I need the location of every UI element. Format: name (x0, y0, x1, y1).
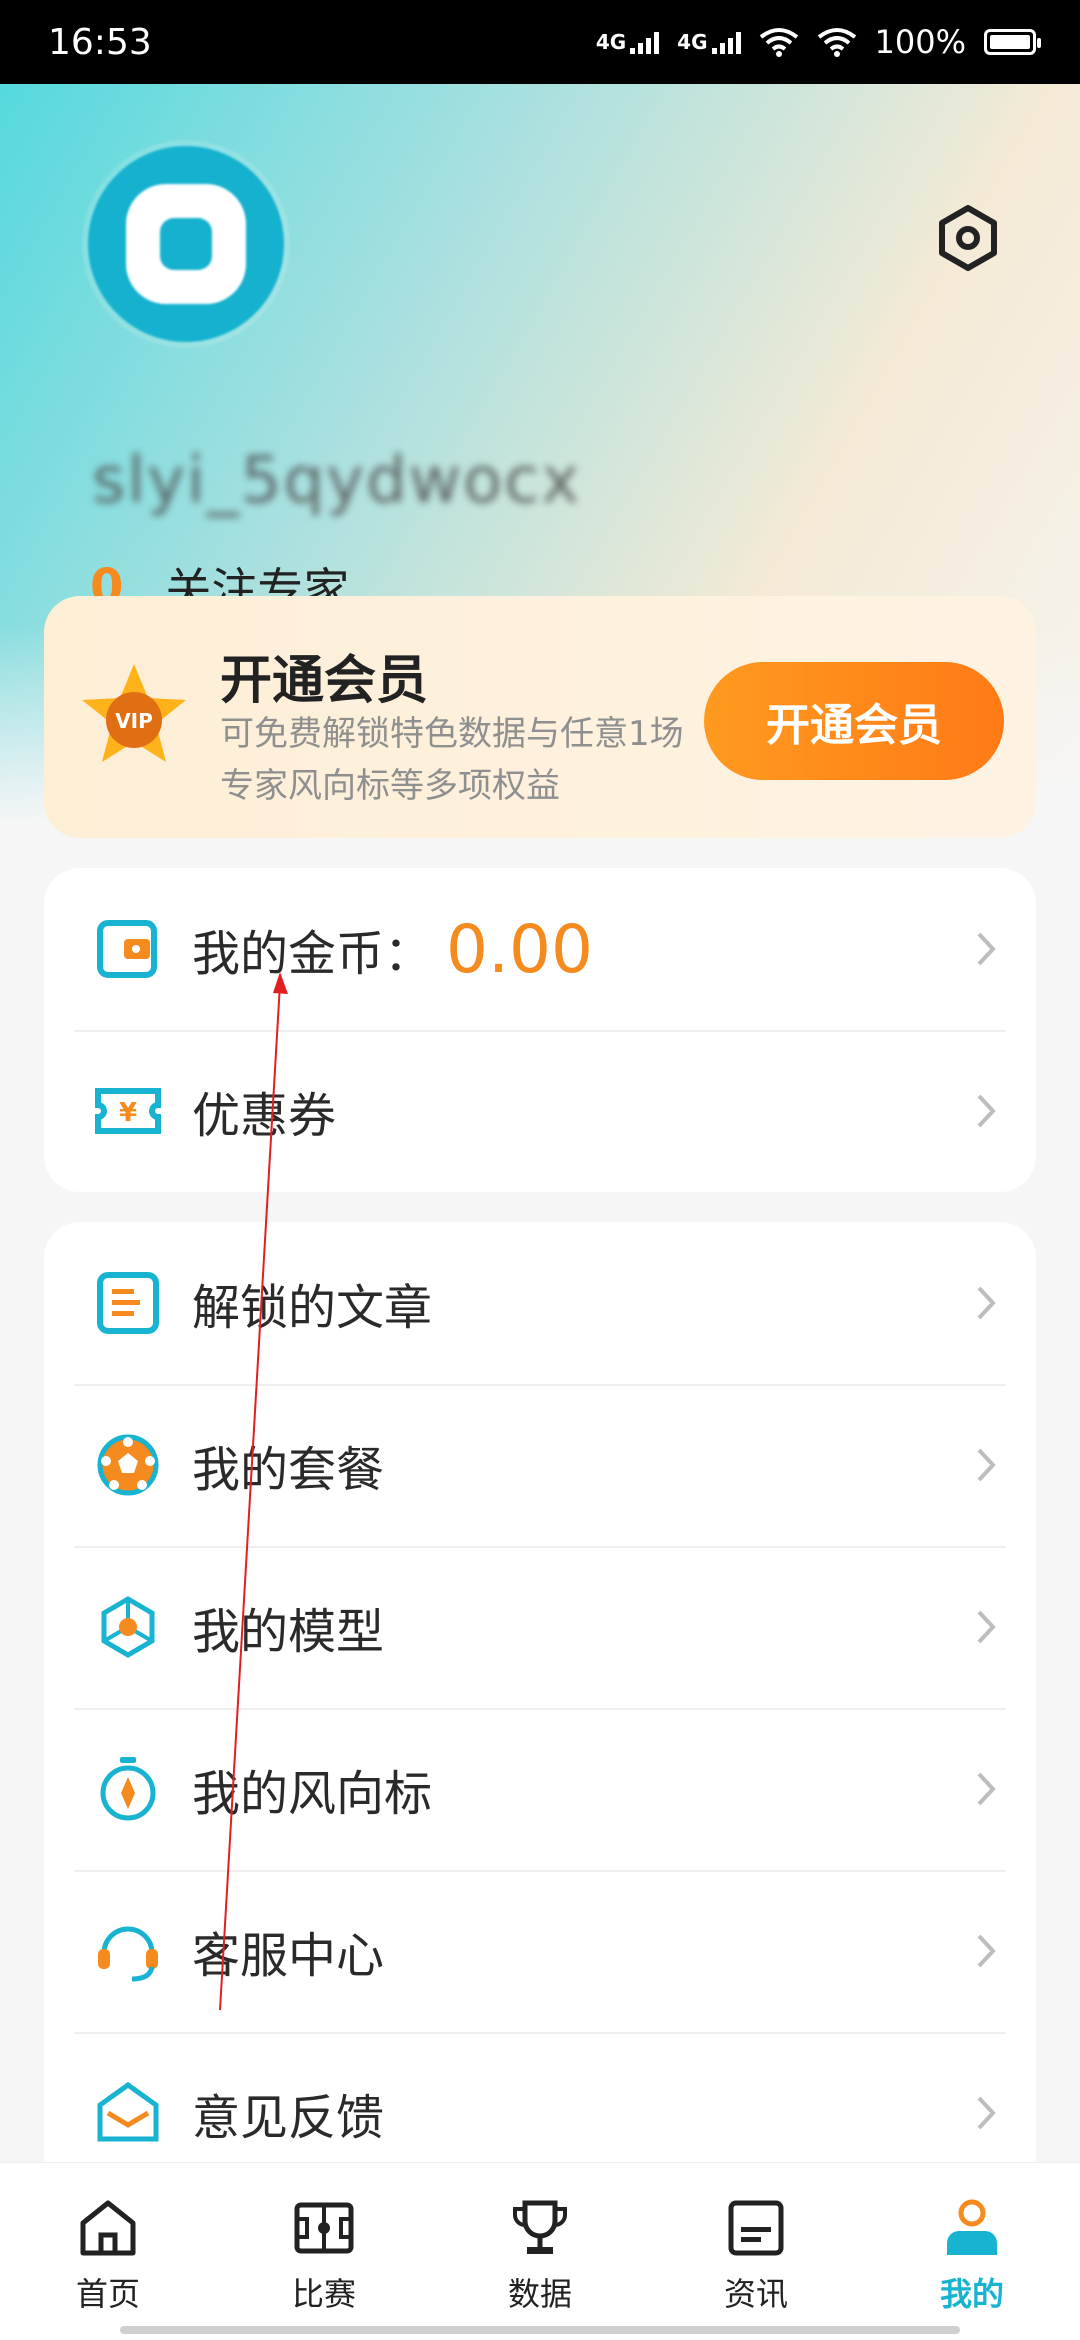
username: slyi_5qydwocx (92, 444, 582, 518)
chevron-right-icon (977, 2096, 996, 2130)
my-coins-row[interactable]: 我的金币： 0.00 (44, 868, 1036, 1030)
tab-news[interactable]: 资讯 (676, 2197, 836, 2315)
svg-text:¥: ¥ (119, 1098, 137, 1128)
chevron-right-icon (977, 1934, 996, 1968)
user-icon (947, 2199, 997, 2255)
pitch-icon (294, 2202, 354, 2254)
trophy-icon (513, 2200, 567, 2254)
status-time: 16:53 (48, 21, 152, 63)
tab-match-label: 比赛 (291, 2275, 356, 2313)
headset-icon (98, 1926, 158, 1982)
wifi-icon (817, 28, 856, 57)
vip-title: 开通会员 (220, 651, 429, 711)
annotation-arrow (219, 972, 288, 2011)
chevron-right-icon (977, 1610, 996, 1644)
compass-icon (100, 1757, 156, 1821)
tab-data-label: 数据 (507, 2275, 572, 2313)
chevron-right-icon (977, 1094, 996, 1128)
tab-news-label: 资讯 (723, 2275, 788, 2313)
tab-mine[interactable]: 我的 (892, 2197, 1052, 2315)
tab-data[interactable]: 数据 (460, 2197, 620, 2315)
avatar[interactable] (88, 146, 284, 342)
my-models-row[interactable]: 我的模型 (44, 1546, 1036, 1708)
tab-mine-label: 我的 (939, 2275, 1004, 2313)
coupon-icon: ¥ (95, 1088, 161, 1134)
unlocked-articles-row[interactable]: 解锁的文章 (44, 1222, 1036, 1384)
status-icons: 4G 4G 100% (596, 23, 1041, 61)
feedback-label: 意见反馈 (192, 2090, 385, 2146)
tab-home[interactable]: 首页 (28, 2197, 188, 2315)
my-coins-value: 0.00 (446, 910, 593, 988)
home-icon (80, 2200, 136, 2256)
vip-card: VIP 开通会员 可免费解锁特色数据与任意1场专家风向标等多项权益 开通会员 (44, 596, 1036, 838)
battery-percent: 100% (874, 23, 966, 61)
open-vip-button[interactable]: 开通会员 (704, 662, 1004, 780)
chevron-right-icon (977, 1286, 996, 1320)
model-icon (101, 1596, 155, 1658)
mail-icon (97, 2081, 159, 2142)
football-icon (97, 1434, 159, 1496)
chevron-right-icon (977, 932, 996, 966)
vip-badge-text: VIP (115, 709, 153, 733)
home-indicator (120, 2326, 960, 2334)
data-wifi-icon (759, 28, 798, 57)
my-indicators-row[interactable]: 我的风向标 (44, 1708, 1036, 1870)
tab-home-label: 首页 (75, 2275, 140, 2313)
wallet-icon (97, 920, 157, 978)
wallet-card: 我的金币： 0.00 ¥ 优惠券 (44, 868, 1036, 1192)
news-icon (728, 2200, 784, 2256)
vip-star-icon: VIP (82, 664, 186, 762)
menu-card: 解锁的文章 我的套餐 我的模型 我的风向标 客服中心 意见反馈 (44, 1222, 1036, 2162)
customer-service-row[interactable]: 客服中心 (44, 1870, 1036, 2032)
bottom-tab-bar: 首页 比赛 数据 资讯 我的 (0, 2162, 1080, 2340)
coupon-row[interactable]: ¥ 优惠券 (44, 1030, 1036, 1192)
feedback-row[interactable]: 意见反馈 (44, 2032, 1036, 2162)
signal-icon: 4G (596, 30, 660, 54)
my-packages-row[interactable]: 我的套餐 (44, 1384, 1036, 1546)
signal-icon-2: 4G (677, 30, 741, 54)
settings-icon[interactable] (934, 204, 1002, 272)
battery-icon (984, 29, 1041, 55)
vip-description: 可免费解锁特色数据与任意1场专家风向标等多项权益 (220, 714, 684, 806)
chevron-right-icon (977, 1772, 996, 1806)
chevron-right-icon (977, 1448, 996, 1482)
status-bar: 16:53 4G 4G 100% (0, 0, 1080, 84)
tab-match[interactable]: 比赛 (244, 2197, 404, 2315)
article-icon (97, 1272, 159, 1334)
